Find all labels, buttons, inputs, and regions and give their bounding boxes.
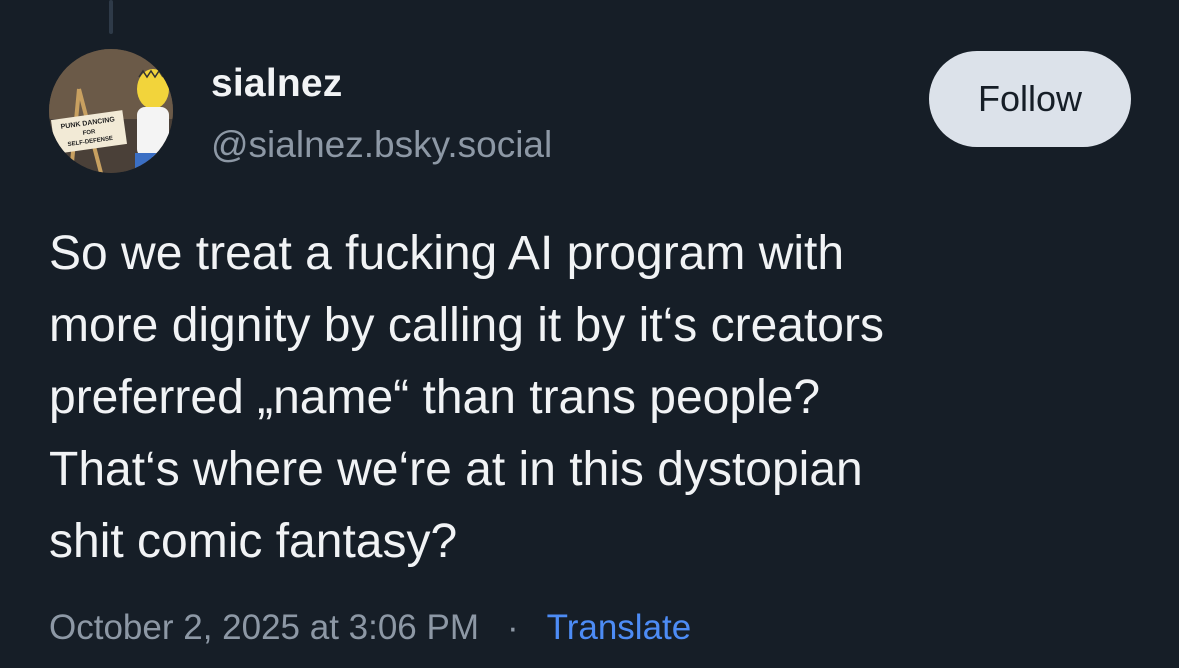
avatar-image: PUNK DANCING FOR SELF-DEFENSE	[49, 49, 173, 173]
post-text: So we treat a fucking AI program with mo…	[49, 218, 1139, 578]
author-handle[interactable]: @sialnez.bsky.social	[211, 124, 552, 166]
post-text-line: That‘s where we‘re at in this dystopian	[49, 443, 863, 496]
post-text-line: preferred „name“ than trans people?	[49, 371, 821, 424]
author-display-name[interactable]: sialnez	[211, 62, 342, 106]
avatar[interactable]: PUNK DANCING FOR SELF-DEFENSE	[49, 49, 173, 173]
follow-button[interactable]: Follow	[929, 51, 1131, 147]
post-timestamp[interactable]: October 2, 2025 at 3:06 PM	[49, 608, 479, 648]
meta-separator: ·	[506, 608, 519, 647]
post-text-line: more dignity by calling it by it‘s creat…	[49, 299, 884, 352]
post-meta: October 2, 2025 at 3:06 PM · Translate	[49, 608, 691, 648]
thread-connector-line	[109, 0, 113, 34]
translate-link[interactable]: Translate	[547, 608, 692, 648]
post-text-line: shit comic fantasy?	[49, 515, 458, 568]
post-text-line: So we treat a fucking AI program with	[49, 227, 845, 280]
